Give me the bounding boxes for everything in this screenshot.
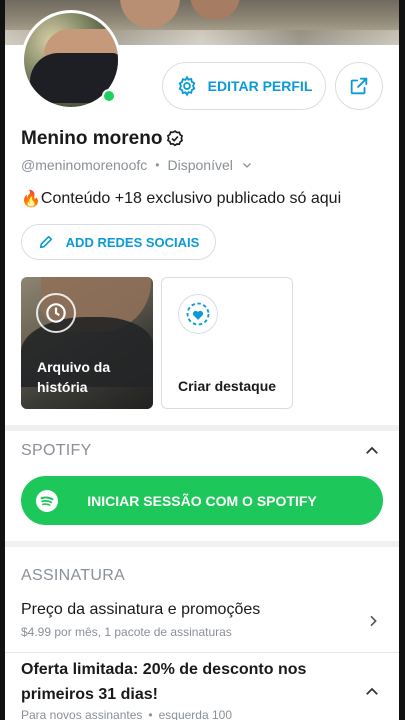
spotify-login-button[interactable]: INICIAR SESSÃO COM O SPOTIFY (21, 476, 383, 525)
chevron-right-icon (370, 615, 377, 627)
row-divider (5, 652, 399, 653)
share-profile-button[interactable] (335, 62, 383, 110)
separator-dot: • (155, 158, 160, 172)
story-archive-label: Arquivo da história (37, 359, 111, 395)
section-divider (5, 425, 399, 431)
profile-handle-row: @meninomorenoofc • Disponível (21, 157, 253, 173)
heart-plus-icon (178, 294, 218, 334)
profile-name-row: Menino moreno (21, 128, 185, 150)
gear-icon (178, 75, 196, 97)
spotify-login-label: INICIAR SESSÃO COM O SPOTIFY (87, 492, 317, 509)
create-highlight-card[interactable]: Criar destaque (161, 277, 293, 409)
fire-emoji: 🔥 (21, 191, 41, 208)
create-highlight-label: Criar destaque (178, 378, 277, 394)
profile-handle: @meninomorenoofc (21, 157, 148, 173)
edit-profile-button[interactable]: EDITAR PERFIL (162, 62, 326, 110)
clock-icon (36, 293, 76, 333)
profile-screen: EDITAR PERFIL Menino moreno @meninomoren… (5, 0, 399, 720)
add-social-networks-button[interactable]: ADD REDES SOCIAIS (21, 224, 216, 260)
profile-bio: 🔥 Conteúdo +18 exclusivo publicado só aq… (21, 189, 341, 209)
share-icon (350, 77, 368, 95)
story-archive-card[interactable]: Arquivo da história (21, 277, 153, 409)
subscription-price-title: Preço da assinatura e promoções (21, 601, 261, 618)
availability-status[interactable]: Disponível (167, 157, 232, 173)
section-divider (5, 541, 399, 547)
screen-edge-right (399, 0, 405, 720)
subscription-price-subtitle: $4.99 por mês, 1 pacote de assinaturas (21, 625, 232, 639)
pencil-icon (39, 235, 52, 249)
bio-text: Conteúdo +18 exclusivo publicado só aqui (40, 190, 342, 207)
spotify-section-title: SPOTIFY (21, 442, 92, 459)
edit-profile-label: EDITAR PERFIL (207, 78, 313, 94)
spotify-icon (36, 490, 58, 512)
subscription-section-title: ASSINATURA (21, 567, 126, 584)
profile-name: Menino moreno (21, 128, 163, 149)
chevron-down-icon[interactable] (241, 159, 253, 171)
chevron-up-icon (366, 687, 378, 695)
limited-offer-subtitle: Para novos assinantes • esquerda 100 (21, 708, 233, 720)
add-social-label: ADD REDES SOCIAIS (65, 234, 200, 250)
chevron-up-icon[interactable] (363, 442, 381, 460)
verified-icon (167, 130, 184, 147)
online-status-dot (102, 89, 116, 103)
limited-offer-title: Oferta limitada: 20% de desconto nos pri… (21, 661, 307, 703)
